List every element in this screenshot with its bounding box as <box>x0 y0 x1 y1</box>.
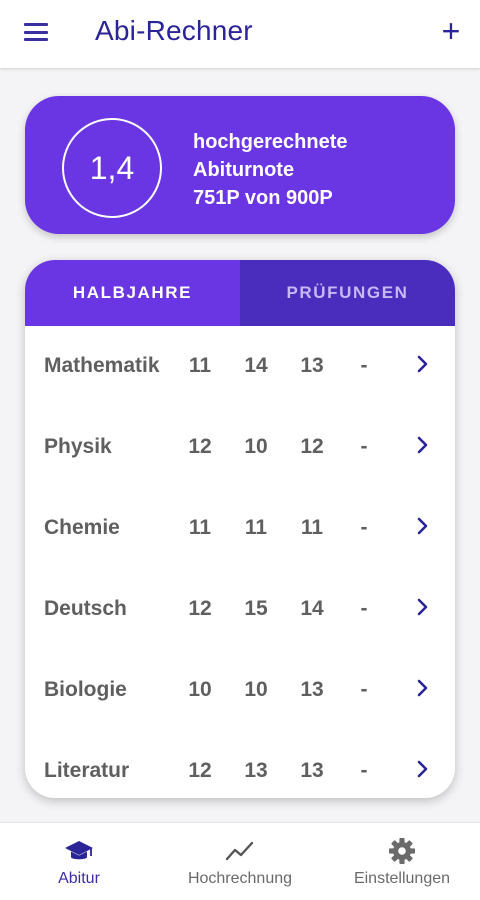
score-summary: hochgerechnete Abiturnote 751P von 900P <box>193 128 347 212</box>
grade-semester-1: 10 <box>188 678 212 701</box>
subject-row[interactable]: Mathematik 11 14 13 - <box>25 326 455 407</box>
grade-semester-4: - <box>360 678 368 701</box>
nav-label-hochrechnung: Hochrechnung <box>187 870 293 887</box>
subject-row[interactable]: Biologie 10 10 13 - <box>25 650 455 731</box>
grade-semester-2: 10 <box>244 435 268 458</box>
grade-semester-2: 13 <box>244 759 268 782</box>
chevron-right-icon[interactable] <box>413 433 433 457</box>
nav-item-einstellungen[interactable]: Einstellungen <box>340 823 464 900</box>
chevron-right-icon[interactable] <box>413 352 433 376</box>
subject-list: Mathematik 11 14 13 - Physik 12 10 12 - … <box>25 326 455 798</box>
chevron-right-icon[interactable] <box>413 676 433 700</box>
grade-semester-1: 12 <box>188 597 212 620</box>
grade-value: 1,4 <box>89 149 135 186</box>
grade-semester-2: 10 <box>244 678 268 701</box>
subject-row[interactable]: Physik 12 10 12 - <box>25 407 455 488</box>
chevron-right-icon[interactable] <box>413 595 433 619</box>
trend-line-icon <box>225 841 254 861</box>
grade-semester-2: 14 <box>244 354 268 377</box>
nav-label-abitur: Abitur <box>58 870 100 887</box>
grade-semester-4: - <box>360 354 368 377</box>
graduation-cap-icon <box>65 841 93 860</box>
nav-label-einstellungen: Einstellungen <box>353 870 451 887</box>
grade-semester-4: - <box>360 759 368 782</box>
grade-semester-4: - <box>360 435 368 458</box>
subject-name: Literatur <box>44 759 130 782</box>
grade-semester-4: - <box>360 597 368 620</box>
subject-name: Chemie <box>44 516 120 539</box>
grade-semester-3: 13 <box>300 678 324 701</box>
grade-semester-1: 11 <box>188 354 212 377</box>
score-points: 751P von 900P <box>193 187 333 209</box>
tab-bar: HALBJAHRE PRÜFUNGEN <box>25 260 455 326</box>
subject-name: Deutsch <box>44 597 127 620</box>
subject-name: Biologie <box>44 678 127 701</box>
menu-icon[interactable] <box>22 20 50 44</box>
tab-pruefungen[interactable]: PRÜFUNGEN <box>240 260 455 326</box>
app-bar: Abi-Rechner + <box>0 0 480 68</box>
grade-semester-2: 15 <box>244 597 268 620</box>
subject-row[interactable]: Chemie 11 11 11 - <box>25 488 455 569</box>
grade-semester-1: 12 <box>188 435 212 458</box>
subject-row[interactable]: Literatur 12 13 13 - <box>25 731 455 798</box>
grades-card: HALBJAHRE PRÜFUNGEN Mathematik 11 14 13 … <box>25 260 455 798</box>
score-label-line2: Abiturnote <box>193 159 295 181</box>
grade-semester-3: 13 <box>300 354 324 377</box>
grade-semester-3: 11 <box>300 516 324 539</box>
chevron-right-icon[interactable] <box>413 757 433 781</box>
grade-semester-2: 11 <box>244 516 268 539</box>
score-label-line1: hochgerechnete <box>193 131 348 153</box>
app-title: Abi-Rechner <box>95 15 253 46</box>
subject-name: Mathematik <box>44 354 160 377</box>
subject-name: Physik <box>44 435 112 458</box>
nav-item-abitur[interactable]: Abitur <box>38 823 120 900</box>
gear-icon <box>389 838 415 864</box>
grade-circle: 1,4 <box>62 118 162 218</box>
grade-semester-3: 12 <box>300 435 324 458</box>
grade-semester-1: 11 <box>188 516 212 539</box>
chevron-right-icon[interactable] <box>413 514 433 538</box>
grade-semester-3: 13 <box>300 759 324 782</box>
bottom-navigation: Abitur Hochrechnung Einstellungen <box>0 822 480 900</box>
score-card: 1,4 hochgerechnete Abiturnote 751P von 9… <box>25 96 455 234</box>
nav-item-hochrechnung[interactable]: Hochrechnung <box>170 823 310 900</box>
tab-halbjahre[interactable]: HALBJAHRE <box>25 260 240 326</box>
grade-semester-3: 14 <box>300 597 324 620</box>
grade-semester-1: 12 <box>188 759 212 782</box>
grade-semester-4: - <box>360 516 368 539</box>
plus-icon[interactable]: + <box>436 15 466 47</box>
subject-row[interactable]: Deutsch 12 15 14 - <box>25 569 455 650</box>
